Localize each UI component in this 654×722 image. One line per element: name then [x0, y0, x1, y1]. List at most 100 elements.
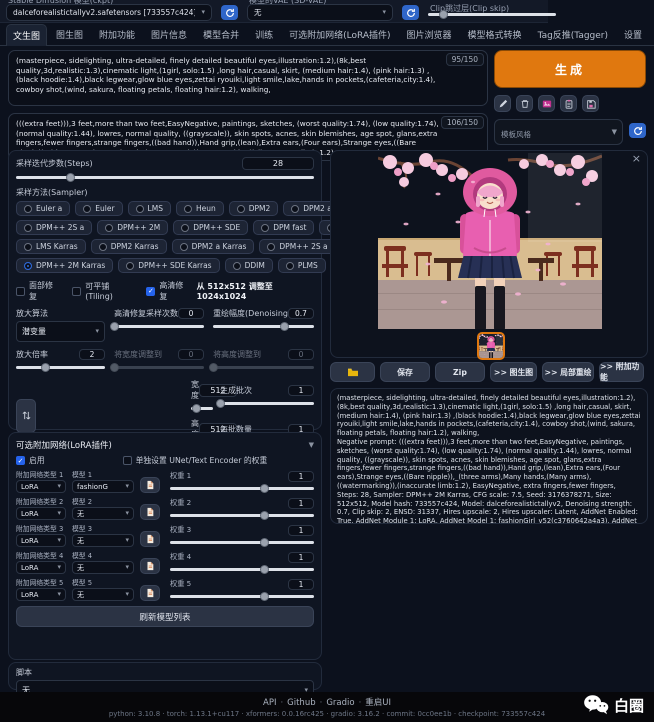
lora-type-dropdown[interactable]: LoRA▾ — [16, 588, 66, 601]
save-button[interactable]: 保存 — [380, 362, 430, 382]
styles-dropdown[interactable]: 模板风格 ▼ — [494, 119, 623, 145]
lora-model-dropdown[interactable]: fashionG▾ — [72, 480, 134, 493]
slider-thumb[interactable] — [260, 511, 269, 520]
swap-dimensions-button[interactable] — [16, 399, 36, 433]
tab-png-info[interactable]: 图片信息 — [144, 23, 194, 45]
sampler-option[interactable]: DDIM — [225, 258, 273, 273]
sampler-option[interactable]: DPM++ SDE — [173, 220, 248, 235]
refresh-model-list-button[interactable]: 刷新模型列表 — [16, 606, 314, 627]
lora-weight-slider[interactable] — [170, 510, 314, 520]
tab-txt2img[interactable]: 文生图 — [6, 24, 47, 46]
batch-count-value[interactable]: 1 — [288, 385, 314, 396]
send-to-inpaint-button[interactable]: >> 局部重绘 — [542, 362, 594, 382]
lora-model-dropdown[interactable]: 无▾ — [72, 534, 134, 547]
slider-thumb[interactable] — [66, 173, 75, 182]
sampler-option[interactable]: LMS Karras — [16, 239, 86, 254]
lora-model-dropdown[interactable]: 无▾ — [72, 507, 134, 520]
prompt-textarea[interactable]: (masterpiece, sidelighting, ultra-detail… — [8, 50, 488, 106]
apply-style-button[interactable] — [560, 95, 577, 112]
lora-type-dropdown[interactable]: LoRA▾ — [16, 534, 66, 547]
lora-type-dropdown[interactable]: LoRA▾ — [16, 480, 66, 493]
batch-count-slider[interactable] — [220, 398, 314, 408]
lora-weight-slider[interactable] — [170, 483, 314, 493]
slider-thumb[interactable] — [192, 404, 201, 413]
lora-model-info-button[interactable] — [140, 558, 160, 574]
generated-image[interactable] — [378, 153, 602, 329]
gallery-thumbnail[interactable] — [477, 332, 505, 360]
tab-additional-networks[interactable]: 可选附加网络(LoRA插件) — [282, 23, 397, 45]
slider-thumb[interactable] — [110, 322, 119, 331]
slider-thumb[interactable] — [280, 322, 289, 331]
footer-link-api[interactable]: API — [263, 698, 276, 708]
footer-link-github[interactable]: Github — [287, 698, 315, 708]
slider-thumb[interactable] — [41, 363, 50, 372]
save-style-button[interactable] — [582, 95, 599, 112]
tab-train[interactable]: 训练 — [248, 23, 280, 45]
sampler-option[interactable]: LMS — [128, 201, 171, 216]
upscale-by-value[interactable]: 2 — [79, 349, 105, 360]
close-icon[interactable]: × — [632, 152, 641, 165]
sampler-option[interactable]: Euler a — [16, 201, 70, 216]
lora-model-info-button[interactable] — [140, 531, 160, 547]
lora-separate-weights-checkbox[interactable] — [123, 456, 132, 465]
hires-fix-checkbox[interactable]: ✓ — [146, 287, 155, 296]
sampler-option[interactable]: DPM fast — [253, 220, 314, 235]
tab-settings[interactable]: 设置 — [617, 23, 649, 45]
tab-img2img[interactable]: 图生图 — [49, 23, 90, 45]
tab-extras[interactable]: 附加功能 — [92, 23, 142, 45]
read-parameters-button[interactable] — [494, 95, 511, 112]
tab-model-converter[interactable]: 模型格式转换 — [461, 23, 529, 45]
sampler-option[interactable]: DPM++ 2M — [97, 220, 168, 235]
slider-thumb[interactable] — [260, 592, 269, 601]
lora-weight-value[interactable]: 1 — [288, 525, 314, 536]
lora-enable-checkbox[interactable]: ✓ — [16, 456, 25, 465]
sampler-option[interactable]: Euler — [75, 201, 122, 216]
refresh-styles-button[interactable] — [629, 123, 646, 138]
sampler-option[interactable]: DPM2 Karras — [91, 239, 167, 254]
tab-tagger[interactable]: Tag反推(Tagger) — [531, 23, 615, 45]
sampler-option[interactable]: DPM++ SDE Karras — [118, 258, 219, 273]
lora-weight-slider[interactable] — [170, 591, 314, 601]
denoise-value[interactable]: 0.7 — [288, 308, 314, 319]
sampler-option[interactable]: Heun — [176, 201, 224, 216]
sampler-option[interactable]: DPM++ 2S a — [16, 220, 92, 235]
slider-thumb[interactable] — [260, 484, 269, 493]
upscale-by-slider[interactable] — [16, 362, 105, 372]
lora-weight-value[interactable]: 1 — [288, 579, 314, 590]
tab-checkpoint-merger[interactable]: 模型合并 — [196, 23, 246, 45]
lora-model-info-button[interactable] — [140, 477, 160, 493]
denoise-slider[interactable] — [213, 321, 314, 331]
footer-link-gradio[interactable]: Gradio — [326, 698, 354, 708]
sampler-option[interactable]: DPM2 a Karras — [172, 239, 255, 254]
slider-thumb[interactable] — [260, 565, 269, 574]
sampler-option[interactable]: PLMS — [278, 258, 326, 273]
clear-prompt-button[interactable] — [516, 95, 533, 112]
tab-image-browser[interactable]: 图片浏览器 — [400, 23, 459, 45]
tiling-checkbox[interactable] — [72, 287, 81, 296]
model-select[interactable]: dalceforealistictallyv2.safetensors [733… — [6, 4, 212, 21]
lora-model-dropdown[interactable]: 无▾ — [72, 561, 134, 574]
refresh-models-button[interactable] — [221, 5, 238, 20]
sampler-option[interactable]: DPM2 — [229, 201, 279, 216]
vae-select[interactable]: 无 ▾ — [247, 4, 393, 21]
send-to-extras-button[interactable]: >> 附加功能 — [599, 362, 644, 382]
extra-networks-button[interactable] — [538, 95, 555, 112]
steps-slider[interactable] — [16, 172, 314, 182]
sampler-option-selected[interactable]: DPM++ 2M Karras — [16, 258, 113, 273]
refresh-vae-button[interactable] — [402, 5, 419, 20]
lora-weight-value[interactable]: 1 — [288, 498, 314, 509]
hires-steps-value[interactable]: 0 — [178, 308, 204, 319]
slider-thumb[interactable] — [216, 399, 225, 408]
width-slider[interactable] — [191, 403, 213, 413]
send-to-img2img-button[interactable]: >> 图生图 — [490, 362, 537, 382]
lora-weight-slider[interactable] — [170, 537, 314, 547]
lora-model-dropdown[interactable]: 无▾ — [72, 588, 134, 601]
slider-thumb[interactable] — [439, 10, 448, 19]
lora-model-info-button[interactable] — [140, 504, 160, 520]
lora-weight-value[interactable]: 1 — [288, 552, 314, 563]
zip-button[interactable]: Zip — [435, 362, 485, 382]
slider-thumb[interactable] — [260, 538, 269, 547]
hires-steps-slider[interactable] — [114, 321, 204, 331]
upscaler-dropdown[interactable]: 潜变量 ▾ — [16, 321, 105, 342]
face-restore-checkbox[interactable] — [16, 287, 25, 296]
